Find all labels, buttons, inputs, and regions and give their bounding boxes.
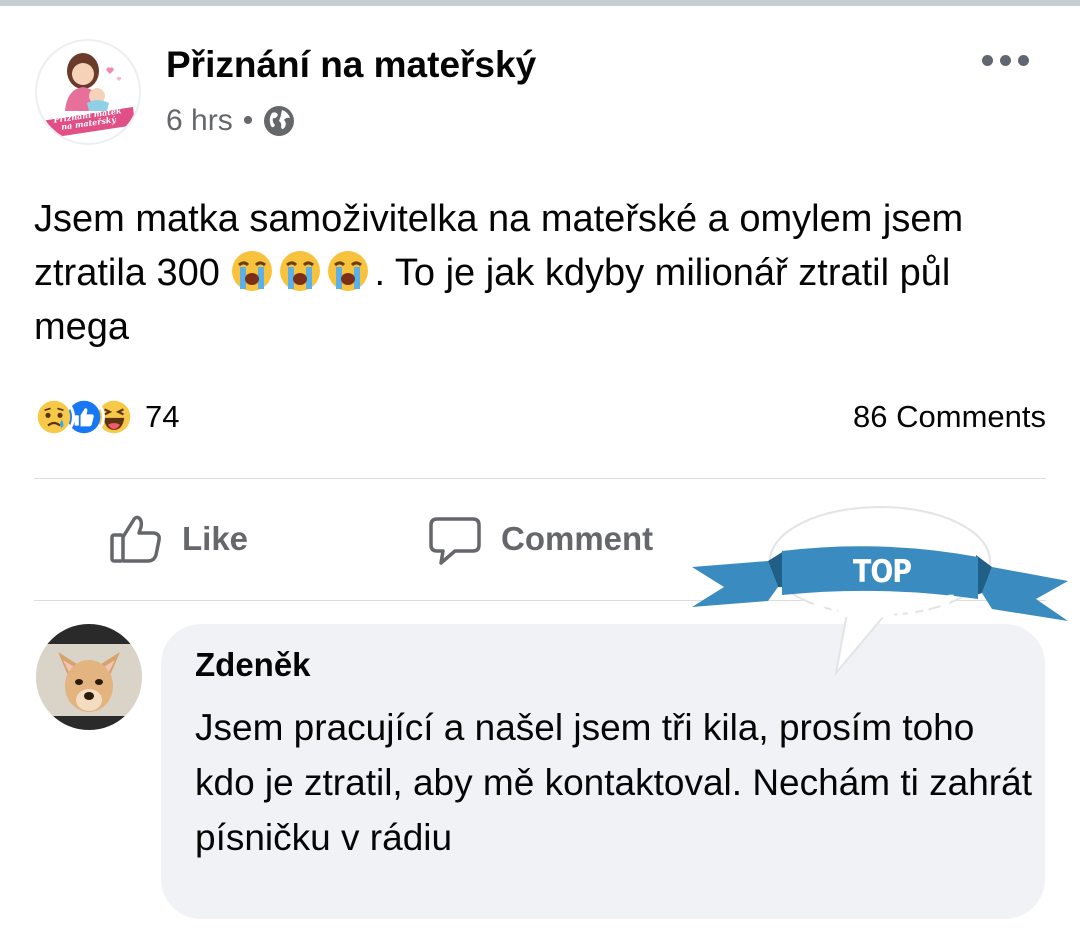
crying-face-icon bbox=[328, 251, 369, 291]
like-button[interactable]: Like bbox=[108, 511, 248, 567]
like-label: Like bbox=[182, 520, 249, 557]
comment-button[interactable]: Comment bbox=[427, 511, 653, 567]
reactions-summary[interactable]: 74 bbox=[33, 396, 179, 438]
commenter-avatar[interactable] bbox=[36, 624, 142, 730]
crying-face-icon bbox=[232, 251, 273, 291]
top-border bbox=[0, 0, 1080, 6]
comment-label: Comment bbox=[501, 520, 654, 557]
meta-separator: • bbox=[242, 104, 254, 137]
page-name[interactable]: Přiznání na mateřský bbox=[166, 44, 536, 86]
comments-count[interactable]: 86 Comments bbox=[853, 399, 1046, 435]
thumbs-up-icon bbox=[110, 515, 161, 563]
globe-icon bbox=[264, 106, 295, 136]
post-time[interactable]: 6 hrs bbox=[166, 104, 233, 138]
comment-text: Jsem pracující a našel jsem tři kila, pr… bbox=[195, 707, 1032, 858]
reaction-count: 74 bbox=[145, 399, 180, 434]
sad-reaction-icon bbox=[33, 396, 75, 438]
crying-face-icon bbox=[280, 251, 321, 291]
post-text: Jsem matka samoživitelka na mateřské a o… bbox=[34, 192, 1044, 354]
comment-icon bbox=[429, 517, 481, 565]
post-meta: 6 hrs • bbox=[166, 104, 295, 138]
divider bbox=[34, 478, 1046, 479]
more-options-icon[interactable] bbox=[982, 55, 1032, 69]
commenter-name[interactable]: Zdeněk bbox=[195, 646, 311, 684]
top-comments-label: TOP KOMENTY bbox=[811, 554, 954, 626]
page-avatar[interactable]: Přiznání matek na mateřský bbox=[35, 39, 141, 145]
